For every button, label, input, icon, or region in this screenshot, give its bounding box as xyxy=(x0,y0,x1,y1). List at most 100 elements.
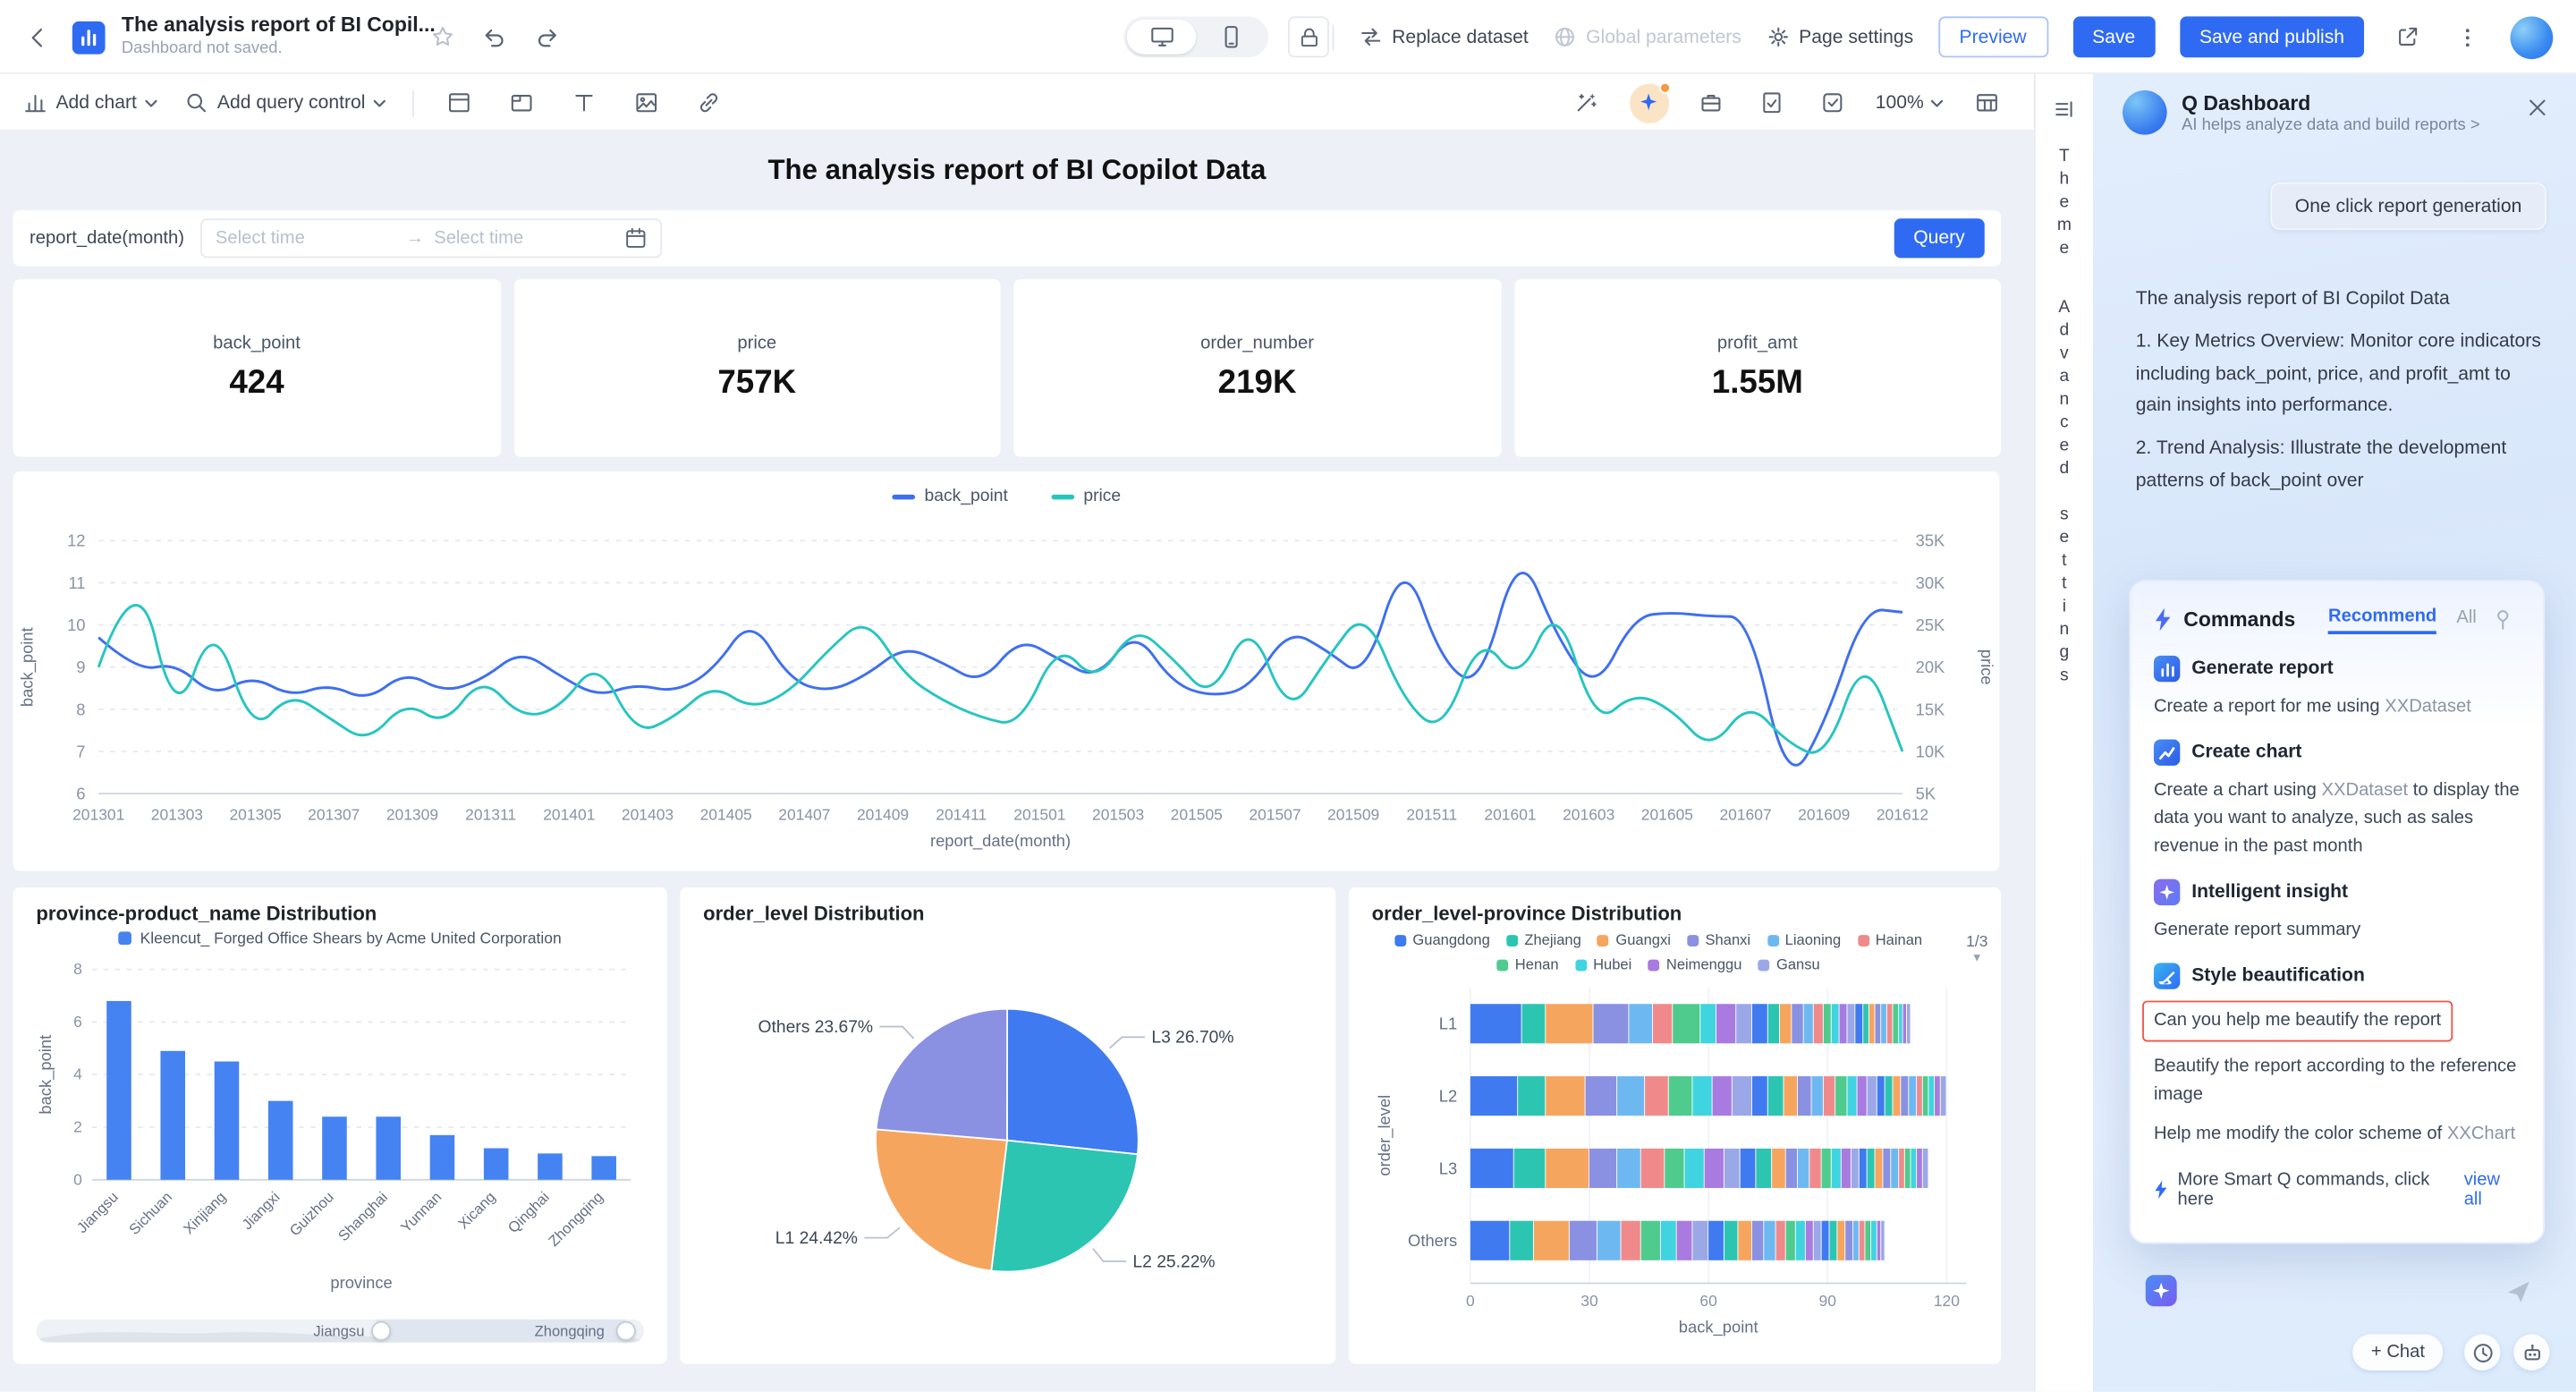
insert-text-button[interactable] xyxy=(566,85,602,121)
end-time-input[interactable] xyxy=(434,228,614,248)
send-button[interactable] xyxy=(2501,1273,2537,1309)
start-time-input[interactable] xyxy=(216,228,396,248)
collapse-panel-button[interactable] xyxy=(2046,90,2082,126)
add-chart-button[interactable]: Add chart xyxy=(23,90,158,115)
stacked-bar-chart[interactable]: 0306090120L1L2L3Othersback_pointorder_le… xyxy=(1372,978,1979,1345)
query-button[interactable]: Query xyxy=(1894,218,1985,258)
smart-q-button[interactable] xyxy=(2146,1275,2177,1306)
mobile-view-button[interactable] xyxy=(1196,20,1265,55)
line-chart[interactable]: 1235K1130K1025K920K815K710K65K2013012013… xyxy=(13,518,2000,870)
favorite-star-icon[interactable] xyxy=(424,19,460,55)
legend-item[interactable]: Shanxi xyxy=(1687,930,1750,950)
avatar[interactable] xyxy=(2511,15,2554,58)
history-button[interactable] xyxy=(2464,1334,2500,1370)
desktop-view-button[interactable] xyxy=(1127,20,1196,55)
legend-item[interactable]: Gansu xyxy=(1758,955,1820,974)
undo-icon[interactable] xyxy=(477,19,513,55)
datazoom-start-handle[interactable] xyxy=(370,1321,390,1341)
pin-button[interactable] xyxy=(2487,601,2521,637)
copilot-button[interactable] xyxy=(1629,83,1668,123)
insert-container-button[interactable] xyxy=(441,85,477,121)
redo-icon[interactable] xyxy=(529,19,564,55)
page-settings-button[interactable]: Page settings xyxy=(1766,25,1913,50)
legend-item[interactable]: Guangdong xyxy=(1394,930,1490,950)
bar-chart[interactable]: 02468JiangsuSichuanXinjiangJiangxiGuizho… xyxy=(36,950,644,1308)
pie-chart[interactable]: L3 26.70%L2 25.22%L1 24.42%Others 23.67% xyxy=(703,927,1312,1341)
collapse-icon xyxy=(2052,96,2077,121)
command-item[interactable]: Generate report summary xyxy=(2154,917,2521,945)
insert-link-button[interactable] xyxy=(691,85,726,121)
bar-chart-legend[interactable]: Kleencut_ Forged Office Shears by Acme U… xyxy=(36,927,644,950)
pie-chart-card[interactable]: order_level Distribution L3 26.70%L2 25.… xyxy=(680,887,1335,1364)
report-inspect-button[interactable] xyxy=(1754,85,1790,121)
legend-swatch xyxy=(1767,934,1778,946)
legend-item[interactable]: Neimenggu xyxy=(1648,955,1742,974)
legend-item[interactable]: Hubei xyxy=(1575,955,1631,974)
legend-item[interactable]: Zhejiang xyxy=(1506,930,1581,950)
legend-item-price[interactable]: price xyxy=(1051,487,1122,506)
trend-chart-card[interactable]: back_point price 1235K1130K1025K920K815K… xyxy=(13,471,2000,870)
more-menu-button[interactable] xyxy=(2450,19,2486,55)
replace-dataset-button[interactable]: Replace dataset xyxy=(1359,25,1528,50)
tab-icon xyxy=(509,90,534,115)
tab-theme[interactable]: Theme xyxy=(2055,146,2074,261)
chat-button[interactable]: + Chat xyxy=(2353,1334,2444,1370)
kpi-card-profit-amt[interactable]: profit_amt 1.55M xyxy=(1514,279,2002,456)
one-click-report-button[interactable]: One click report generation xyxy=(2270,182,2546,230)
preview-button[interactable]: Preview xyxy=(1938,16,2048,57)
legend-item[interactable]: Liaoning xyxy=(1767,930,1841,950)
global-parameters-button[interactable]: Global parameters xyxy=(1553,25,1741,50)
lock-button[interactable] xyxy=(1288,16,1329,57)
zoom-control[interactable]: 100% xyxy=(1876,93,1944,113)
command-item[interactable]: Help me modify the color scheme of XXCha… xyxy=(2154,1121,2521,1149)
svg-text:L3: L3 xyxy=(1439,1159,1457,1177)
legend-item[interactable]: Hainan xyxy=(1858,930,1923,950)
stacked-bar-chart-card[interactable]: order_level-province Distribution Guangd… xyxy=(1349,887,2001,1364)
kpi-card-back-point[interactable]: back_point 424 xyxy=(13,279,501,456)
command-item-highlighted[interactable]: Can you help me beautify the report xyxy=(2154,1001,2521,1042)
calendar-icon[interactable] xyxy=(624,226,648,250)
assistant-button[interactable] xyxy=(2513,1334,2549,1370)
back-button[interactable] xyxy=(20,19,55,55)
view-all-link[interactable]: view all xyxy=(2464,1171,2521,1210)
datazoom-slider[interactable]: Jiangsu Zhongqing xyxy=(36,1320,644,1343)
chat-input[interactable] xyxy=(2189,1273,2481,1309)
highlighted-command[interactable]: Can you help me beautify the report xyxy=(2142,1001,2453,1042)
external-link-icon xyxy=(2394,25,2419,50)
close-copilot-button[interactable] xyxy=(2521,90,2554,123)
legend-swatch xyxy=(1575,959,1587,971)
insert-image-button[interactable] xyxy=(628,85,664,121)
format-brush-button[interactable] xyxy=(1568,85,1604,121)
summary-point-2: 2. Trend Analysis: Illustrate the develo… xyxy=(2136,434,2544,499)
command-item[interactable]: Create a report for me using XXDataset xyxy=(2154,693,2521,721)
legend-item-back-point[interactable]: back_point xyxy=(892,487,1008,506)
legend-label: back_point xyxy=(925,487,1008,506)
component-library-button[interactable] xyxy=(1693,85,1729,121)
validate-button[interactable] xyxy=(1815,85,1851,121)
save-and-publish-button[interactable]: Save and publish xyxy=(2180,16,2364,57)
tab-advanced-settings[interactable]: Advanced settings xyxy=(2055,297,2074,688)
svg-text:back_point: back_point xyxy=(18,627,38,707)
device-toggle xyxy=(1123,16,1268,57)
pagination-down-icon[interactable]: ▼ xyxy=(1971,953,1983,964)
legend-item[interactable]: Henan xyxy=(1497,955,1559,974)
copilot-subtitle[interactable]: AI helps analyze data and build reports … xyxy=(2182,117,2479,135)
tab-all[interactable]: All xyxy=(2456,607,2476,632)
command-item[interactable]: Create a chart using XXDataset to displa… xyxy=(2154,777,2521,862)
kpi-card-price[interactable]: price 757K xyxy=(513,279,1001,456)
command-item[interactable]: Beautify the report according to the ref… xyxy=(2154,1054,2521,1110)
province-bar-chart-card[interactable]: province-product_name Distribution Kleen… xyxy=(13,887,667,1364)
svg-text:201501: 201501 xyxy=(1013,806,1065,824)
add-query-control-button[interactable]: Add query control xyxy=(184,90,386,115)
insert-tab-button[interactable] xyxy=(504,85,539,121)
table-icon xyxy=(1974,90,1999,115)
legend-item[interactable]: Guangxi xyxy=(1597,930,1671,950)
save-button[interactable]: Save xyxy=(2072,16,2155,57)
range-arrow-icon: → xyxy=(406,228,424,248)
svg-text:Guizhou: Guizhou xyxy=(286,1188,337,1239)
svg-text:Qinghai: Qinghai xyxy=(504,1188,553,1236)
grid-layout-button[interactable] xyxy=(1968,85,2004,121)
share-button[interactable] xyxy=(2389,19,2425,55)
tab-recommend[interactable]: Recommend xyxy=(2328,606,2436,633)
kpi-card-order-number[interactable]: order_number 219K xyxy=(1013,279,1501,456)
